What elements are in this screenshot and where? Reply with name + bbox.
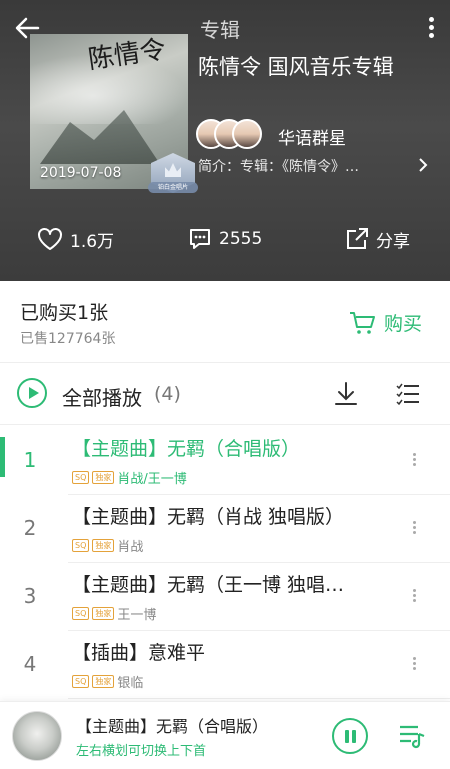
track-artist: 肖战: [117, 540, 144, 555]
more-vertical-icon[interactable]: [426, 14, 436, 42]
track-artist: 王一博: [117, 608, 157, 623]
like-button[interactable]: 1.6万: [36, 226, 114, 252]
comment-button[interactable]: 2555: [187, 226, 262, 252]
page-title: 专辑: [200, 18, 240, 42]
track-title: 【主题曲】无羁（合唱版）: [72, 438, 301, 460]
exclusive-badge: 独家: [92, 539, 115, 552]
avatar: [232, 119, 262, 149]
sold-count: 已售127764张: [20, 331, 116, 347]
artist-avatars[interactable]: [196, 119, 270, 149]
track-number: 2: [23, 516, 37, 540]
share-icon: [347, 228, 368, 249]
sq-badge: SQ: [72, 539, 90, 552]
sq-badge: SQ: [72, 607, 90, 620]
pause-icon[interactable]: [332, 718, 368, 754]
play-all-row: 全部播放 (4): [0, 363, 450, 425]
track-more-icon[interactable]: [413, 655, 417, 673]
table-row[interactable]: 2 【主题曲】无羁（肖战 独唱版） SQ 独家 肖战: [24, 495, 450, 563]
buy-button[interactable]: 购买: [348, 309, 422, 336]
album-header: 专辑 陈情令 2019-07-08 铂白金唱片 陈情令 国风音乐专辑 华语群星 …: [0, 0, 450, 281]
table-row[interactable]: 4 【插曲】意难平 SQ 独家 银临: [24, 631, 450, 699]
download-icon[interactable]: [333, 380, 359, 412]
comment-icon: [190, 229, 210, 249]
now-playing-title: 【主题曲】无羁（合唱版）: [76, 717, 269, 736]
share-label: 分享: [376, 231, 410, 252]
purchase-section: 已购买1张 已售127764张 购买: [0, 281, 450, 363]
track-list: 1 【主题曲】无羁（合唱版） SQ 独家 肖战/王一博 2 【主题曲】无羁（肖战…: [0, 427, 450, 699]
sq-badge: SQ: [72, 471, 90, 484]
play-all-button[interactable]: 全部播放: [62, 382, 142, 411]
exclusive-badge: 独家: [92, 675, 115, 688]
exclusive-badge: 独家: [92, 607, 115, 620]
like-count: 1.6万: [70, 231, 115, 252]
play-circle-icon[interactable]: [17, 378, 47, 408]
swipe-hint: 左右横划可切换上下首: [76, 744, 207, 759]
track-title: 【主题曲】无羁（王一博 独唱…: [72, 574, 345, 596]
bought-count: 已购买1张: [20, 302, 109, 324]
track-number: 3: [23, 584, 37, 608]
track-artist: 肖战/王一博: [117, 472, 187, 487]
mini-player[interactable]: 【主题曲】无羁（合唱版） 左右横划可切换上下首: [0, 701, 450, 769]
release-date: 2019-07-08: [40, 165, 122, 181]
cart-icon: [349, 311, 375, 334]
table-row[interactable]: 3 【主题曲】无羁（王一博 独唱… SQ 独家 王一博: [24, 563, 450, 631]
share-button[interactable]: 分享: [344, 226, 410, 252]
table-row[interactable]: 1 【主题曲】无羁（合唱版） SQ 独家 肖战/王一博: [24, 427, 450, 495]
buy-label: 购买: [383, 313, 422, 335]
heart-icon: [38, 228, 62, 250]
track-title: 【主题曲】无羁（肖战 独唱版）: [72, 506, 345, 528]
artist-name[interactable]: 华语群星: [278, 124, 346, 149]
chevron-right-icon[interactable]: [418, 157, 428, 172]
comment-count: 2555: [219, 229, 263, 249]
list-select-icon[interactable]: [395, 381, 421, 411]
track-title: 【插曲】意难平: [72, 642, 206, 664]
track-more-icon[interactable]: [413, 587, 417, 605]
now-playing-cover[interactable]: [12, 711, 62, 761]
track-artist: 银临: [117, 676, 144, 691]
badge-label: 铂白金唱片: [148, 182, 198, 193]
track-number: 1: [23, 448, 37, 472]
album-name: 陈情令 国风音乐专辑: [198, 55, 394, 79]
platinum-badge-icon[interactable]: 铂白金唱片: [148, 153, 198, 199]
track-number: 4: [23, 652, 37, 676]
playlist-icon[interactable]: [398, 722, 428, 754]
track-more-icon[interactable]: [413, 451, 417, 469]
exclusive-badge: 独家: [92, 471, 115, 484]
album-stats: 1.6万 2555 分享: [0, 226, 450, 256]
track-more-icon[interactable]: [413, 519, 417, 537]
sq-badge: SQ: [72, 675, 90, 688]
track-count: (4): [154, 383, 181, 405]
album-intro[interactable]: 简介：专辑：《陈情令》…: [198, 156, 418, 176]
